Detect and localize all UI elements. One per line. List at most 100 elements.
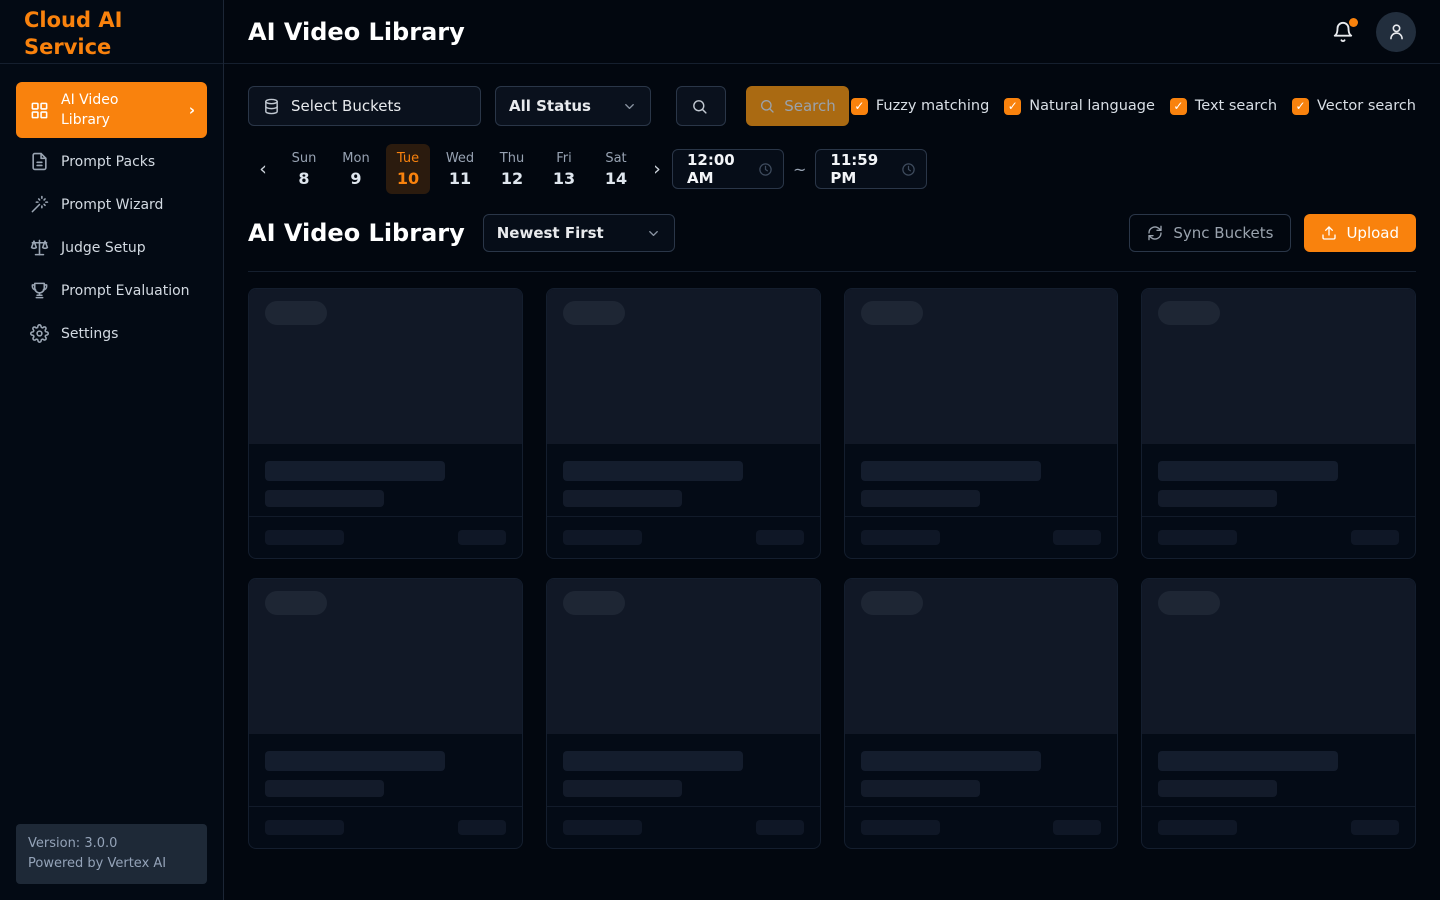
badge-placeholder — [563, 301, 625, 325]
powered-by-text: Powered by Vertex AI — [28, 854, 195, 874]
prev-week-button[interactable]: ‹ — [248, 149, 278, 189]
sidebar-nav: AI Video Library › Prompt Packs Prompt W… — [0, 64, 223, 353]
meta-placeholder — [563, 820, 642, 835]
day-cell[interactable]: Thu 12 — [490, 144, 534, 194]
user-icon — [1387, 22, 1406, 41]
sidebar-item-label: AI Video Library — [61, 90, 157, 130]
next-week-button[interactable]: › — [642, 149, 672, 189]
day-cell[interactable]: Wed 11 — [438, 144, 482, 194]
sidebar-item-prompt-wizard[interactable]: Prompt Wizard — [16, 185, 207, 224]
app-logo-line1: Cloud AI — [24, 7, 207, 34]
date-picker: ‹ Sun 8 Mon 9 Tue 10 Wed 11 Thu 12 — [248, 144, 1416, 194]
sync-buckets-label: Sync Buckets — [1173, 224, 1273, 242]
sync-icon — [1147, 225, 1163, 241]
start-time-input[interactable]: 12:00 AM — [672, 149, 784, 189]
search-icon — [691, 98, 708, 115]
checkmark-icon: ✓ — [851, 98, 868, 115]
subtitle-placeholder — [563, 490, 682, 507]
status-select[interactable]: All Status — [495, 86, 651, 126]
day-cell[interactable]: Mon 9 — [334, 144, 378, 194]
day-of-week: Sun — [292, 151, 317, 166]
select-buckets-label: Select Buckets — [291, 97, 401, 115]
card-footer — [249, 806, 522, 848]
checkbox-vector-search[interactable]: ✓ Vector search — [1292, 98, 1416, 115]
action-placeholder — [458, 820, 506, 835]
card-body — [1142, 444, 1415, 516]
search-input[interactable] — [676, 86, 726, 126]
sidebar-item-label: Prompt Wizard — [61, 197, 163, 213]
time-range-separator: ~ — [793, 160, 806, 179]
select-buckets-button[interactable]: Select Buckets — [248, 86, 481, 126]
sync-buckets-button[interactable]: Sync Buckets — [1129, 214, 1291, 252]
title-placeholder — [861, 751, 1041, 771]
checkbox-fuzzy-matching[interactable]: ✓ Fuzzy matching — [851, 98, 989, 115]
user-avatar[interactable] — [1376, 12, 1416, 52]
title-placeholder — [1158, 461, 1338, 481]
checkmark-icon: ✓ — [1170, 98, 1187, 115]
checkbox-label: Natural language — [1029, 98, 1155, 114]
badge-placeholder — [265, 301, 327, 325]
badge-placeholder — [1158, 301, 1220, 325]
thumbnail-placeholder — [845, 579, 1118, 734]
day-cell[interactable]: Fri 13 — [542, 144, 586, 194]
day-cell[interactable]: Sat 14 — [594, 144, 638, 194]
video-card-skeleton — [248, 578, 523, 849]
trophy-icon — [30, 281, 49, 300]
subtitle-placeholder — [861, 780, 980, 797]
sidebar-item-ai-video-library[interactable]: AI Video Library › — [16, 82, 207, 138]
card-body — [249, 734, 522, 806]
title-placeholder — [563, 751, 743, 771]
day-cell[interactable]: Tue 10 — [386, 144, 430, 194]
search-options: ✓ Fuzzy matching ✓ Natural language ✓ Te… — [851, 98, 1416, 115]
sidebar-item-prompt-evaluation[interactable]: Prompt Evaluation — [16, 271, 207, 310]
search-button[interactable]: Search — [746, 86, 849, 126]
main-area: AI Video Library Select Buckets — [224, 0, 1440, 900]
sidebar-item-label: Settings — [61, 326, 118, 342]
day-cell[interactable]: Sun 8 — [282, 144, 326, 194]
chevron-left-icon: ‹ — [259, 158, 267, 180]
sidebar-item-settings[interactable]: Settings — [16, 314, 207, 353]
video-card-skeleton — [546, 288, 821, 559]
meta-placeholder — [861, 530, 940, 545]
end-time-input[interactable]: 11:59 PM — [815, 149, 927, 189]
day-of-week: Wed — [446, 151, 474, 166]
day-of-week: Tue — [397, 151, 419, 166]
checkbox-natural-language[interactable]: ✓ Natural language — [1004, 98, 1155, 115]
search-text-field[interactable] — [714, 97, 720, 115]
subtitle-placeholder — [861, 490, 980, 507]
video-card-skeleton — [844, 578, 1119, 849]
search-icon — [759, 98, 775, 114]
wand-icon — [30, 195, 49, 214]
content: Select Buckets All Status Search — [224, 64, 1440, 900]
page-title: AI Video Library — [248, 18, 465, 46]
clock-icon — [901, 162, 916, 177]
sidebar-item-prompt-packs[interactable]: Prompt Packs — [16, 142, 207, 181]
meta-placeholder — [1158, 530, 1237, 545]
action-placeholder — [756, 820, 804, 835]
upload-button[interactable]: Upload — [1304, 214, 1416, 252]
meta-placeholder — [861, 820, 940, 835]
sidebar-item-label: Prompt Evaluation — [61, 283, 190, 299]
day-of-week: Thu — [500, 151, 524, 166]
sort-select[interactable]: Newest First — [483, 214, 675, 252]
section-divider — [248, 271, 1416, 272]
meta-placeholder — [563, 530, 642, 545]
day-of-week: Sat — [605, 151, 626, 166]
action-placeholder — [1053, 530, 1101, 545]
thumbnail-placeholder — [1142, 289, 1415, 444]
card-body — [845, 444, 1118, 516]
checkbox-text-search[interactable]: ✓ Text search — [1170, 98, 1277, 115]
subtitle-placeholder — [265, 780, 384, 797]
clock-icon — [758, 162, 773, 177]
badge-placeholder — [563, 591, 625, 615]
version-info: Version: 3.0.0 Powered by Vertex AI — [16, 824, 207, 884]
version-text: Version: 3.0.0 — [28, 834, 195, 854]
chevron-down-icon — [622, 99, 637, 114]
thumbnail-placeholder — [547, 579, 820, 734]
notifications-button[interactable] — [1332, 21, 1354, 43]
card-footer — [1142, 806, 1415, 848]
meta-placeholder — [265, 530, 344, 545]
sidebar-item-judge-setup[interactable]: Judge Setup — [16, 228, 207, 267]
sidebar: Cloud AI Service AI Video Library › Prom… — [0, 0, 224, 900]
notification-dot — [1349, 18, 1358, 27]
